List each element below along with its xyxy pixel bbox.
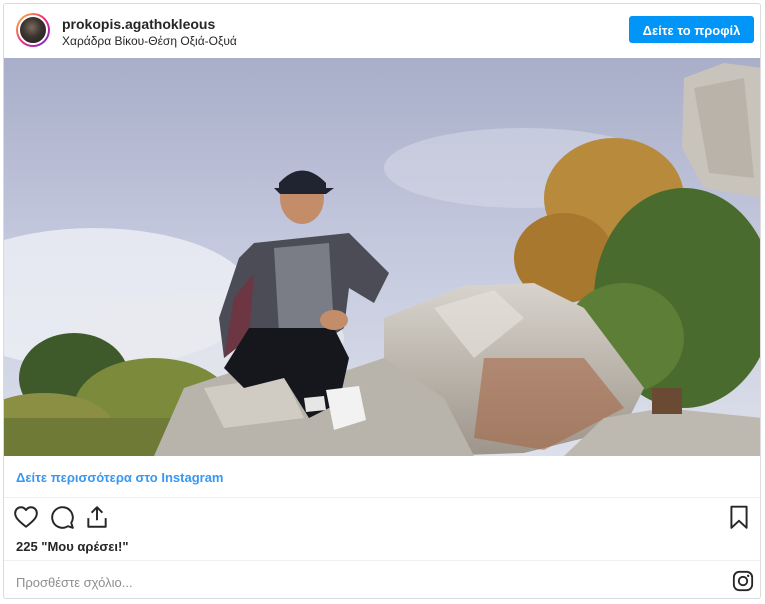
see-more-row: Δείτε περισσότερα στο Instagram [4, 456, 760, 498]
bookmark-icon[interactable] [726, 504, 752, 530]
see-more-link[interactable]: Δείτε περισσότερα στο Instagram [16, 470, 224, 485]
photo-image [4, 58, 760, 456]
action-bar [4, 502, 760, 536]
instagram-icon[interactable] [732, 570, 754, 592]
avatar-image [18, 15, 48, 45]
comment-icon[interactable] [49, 504, 75, 530]
view-profile-button[interactable]: Δείτε το προφίλ [629, 16, 754, 43]
username-link[interactable]: prokopis.agathokleous [62, 16, 215, 32]
post-header: prokopis.agathokleous Χαράδρα Βίκου-Θέση… [4, 4, 760, 58]
location-link[interactable]: Χαράδρα Βίκου-Θέση Οξιά-Οξυά [62, 34, 237, 48]
instagram-embed: prokopis.agathokleous Χαράδρα Βίκου-Θέση… [3, 3, 761, 599]
post-photo[interactable] [4, 58, 760, 456]
heart-icon[interactable] [13, 504, 39, 530]
share-icon[interactable] [84, 504, 110, 530]
likes-count[interactable]: 225 "Μου αρέσει!" [16, 539, 128, 554]
comment-input[interactable] [14, 570, 618, 594]
comment-row [4, 560, 760, 598]
avatar[interactable] [16, 13, 50, 47]
